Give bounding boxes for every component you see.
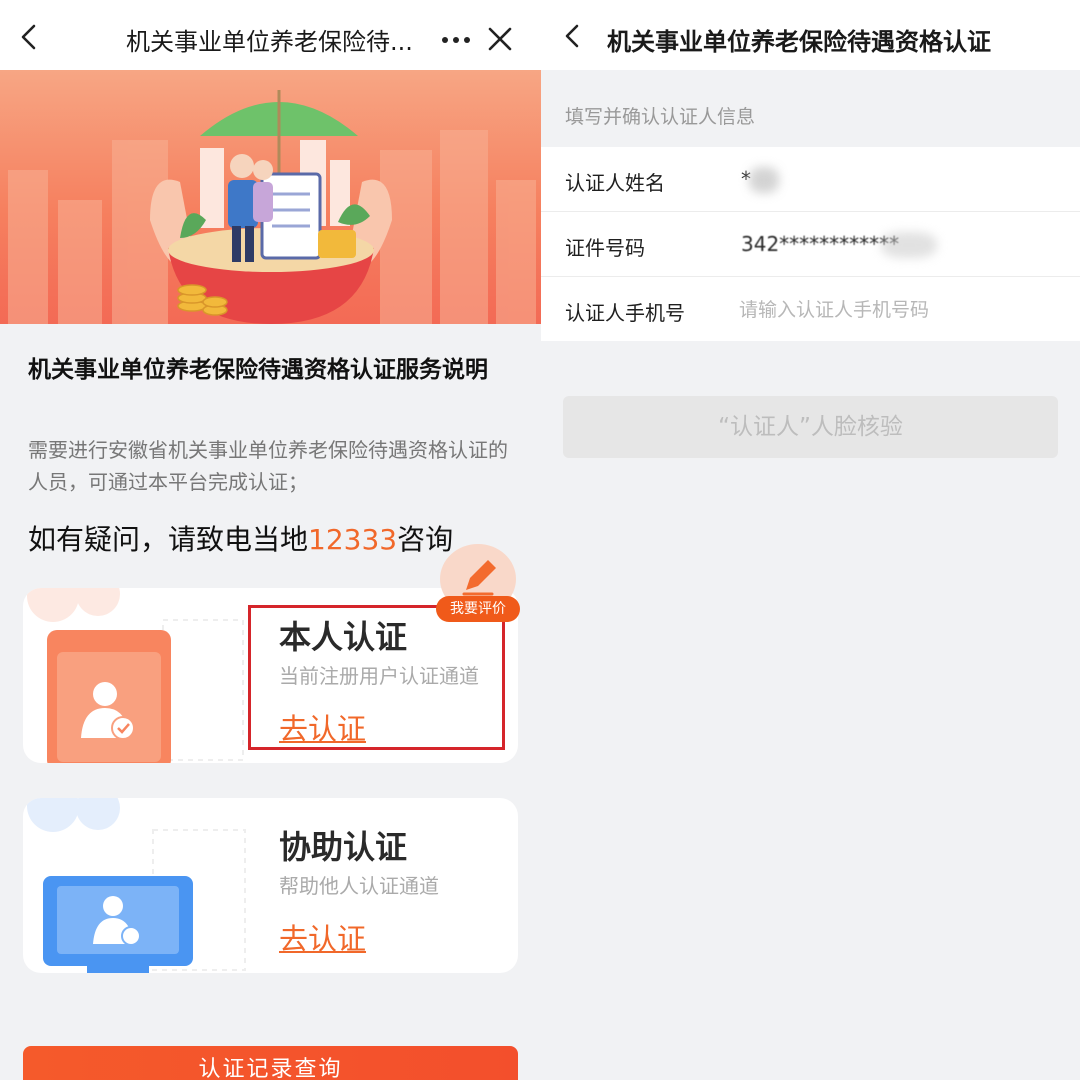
evaluate-floating-button[interactable]: 我要评价 bbox=[436, 544, 520, 624]
assisted-verification-card[interactable]: 协助认证 帮助他人认证通道 去认证 bbox=[23, 798, 518, 973]
hotline-prefix: 如有疑问，请致电当地 bbox=[28, 523, 309, 556]
navigation-bar-right: 机关事业单位养老保险待遇资格认证 bbox=[541, 0, 1080, 70]
name-label: 认证人姓名 bbox=[565, 171, 665, 195]
hotline-text: 如有疑问，请致电当地12333咨询 bbox=[28, 518, 453, 558]
id-number-value: 342************ bbox=[741, 232, 900, 256]
page-title: 机关事业单位养老保险待... bbox=[126, 28, 413, 56]
assisted-verification-go-link[interactable]: 去认证 bbox=[279, 916, 366, 958]
name-redaction bbox=[749, 167, 779, 193]
navigation-bar: 机关事业单位养老保险待... bbox=[0, 0, 541, 70]
assisted-verification-subtitle: 帮助他人认证通道 bbox=[279, 874, 439, 898]
face-verification-button[interactable]: “认证人”人脸核验 bbox=[563, 396, 1058, 458]
form-section-hint: 填写并确认认证人信息 bbox=[565, 106, 756, 128]
id-number-label: 证件号码 bbox=[565, 236, 645, 260]
banner-illustration bbox=[0, 70, 541, 324]
verification-record-query-button[interactable]: 认证记录查询 bbox=[23, 1046, 518, 1080]
highlight-annotation-box bbox=[248, 605, 505, 750]
page-title-right: 机关事业单位养老保险待遇资格认证 bbox=[607, 28, 991, 56]
service-heading: 机关事业单位养老保险待遇资格认证服务说明 bbox=[28, 357, 488, 383]
close-icon[interactable] bbox=[484, 23, 516, 55]
verifier-info-form: 认证人姓名 * 证件号码 342************ 认证人手机号 bbox=[541, 147, 1080, 341]
phone-label: 认证人手机号 bbox=[565, 301, 685, 325]
phone-row: 认证人手机号 bbox=[541, 277, 1080, 342]
back-arrow-icon[interactable] bbox=[12, 20, 46, 54]
right-screen: 机关事业单位养老保险待遇资格认证 填写并确认认证人信息 认证人姓名 * 证件号码… bbox=[541, 0, 1080, 1080]
evaluate-label: 我要评价 bbox=[436, 596, 520, 622]
phone-input[interactable] bbox=[739, 291, 1059, 329]
service-description: 需要进行安徽省机关事业单位养老保险待遇资格认证的人员，可通过本平台完成认证； bbox=[28, 438, 508, 494]
pension-umbrella-illustration bbox=[8, 90, 536, 324]
left-screen: 机关事业单位养老保险待... 机关事业单位养老保险待遇资格认证服务说明 需要进行… bbox=[0, 0, 541, 1080]
phone-user-check-icon bbox=[27, 588, 244, 763]
id-number-row: 证件号码 342************ bbox=[541, 212, 1080, 277]
monitor-user-proxy-icon bbox=[27, 798, 246, 973]
name-row: 认证人姓名 * bbox=[541, 147, 1080, 212]
more-options-icon[interactable] bbox=[436, 22, 476, 56]
assisted-verification-title: 协助认证 bbox=[279, 828, 408, 866]
hotline-number[interactable]: 12333 bbox=[308, 523, 397, 556]
id-redaction bbox=[881, 232, 937, 258]
back-arrow-icon[interactable] bbox=[557, 20, 589, 52]
